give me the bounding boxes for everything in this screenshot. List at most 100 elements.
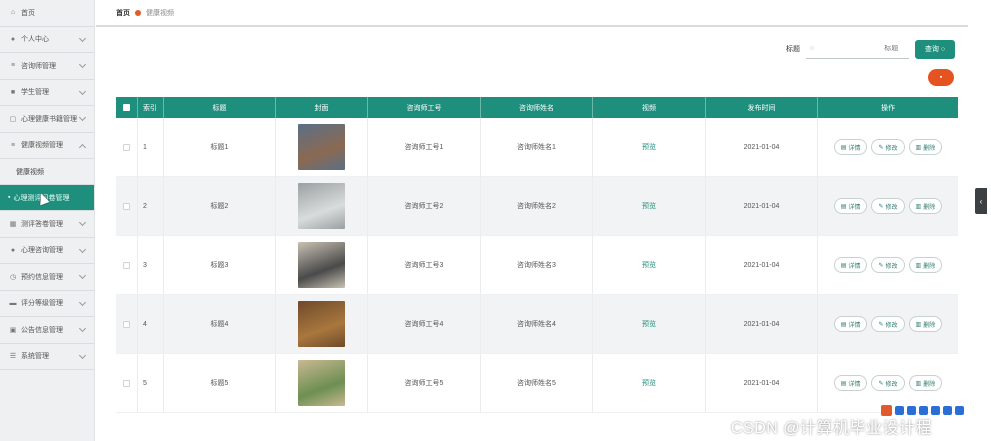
table-row: 2 标题2 咨询师工号2 咨询师姓名2 预览 2021-01-04 ▤ 详情 ✎ 修改 ▥ 删除 xyxy=(116,177,958,236)
detail-button[interactable]: ▤ 详情 xyxy=(833,316,868,332)
cell-actions: ▤ 详情 ✎ 修改 ▥ 删除 xyxy=(818,236,958,294)
sidebar-item-label: 预约信息管理 xyxy=(21,273,63,281)
select-all-cell[interactable] xyxy=(116,97,138,118)
edit-button[interactable]: ✎ 修改 xyxy=(871,316,905,332)
edit-icon: ✎ xyxy=(878,380,884,387)
detail-button[interactable]: ▤ 详情 xyxy=(833,139,868,155)
sidebar-item-user[interactable]: ● 个人中心 xyxy=(0,27,94,53)
chevron-down-icon xyxy=(78,87,87,95)
sidebar-item-rating[interactable]: ▬ 评分等级管理 xyxy=(0,291,94,317)
row-checkbox[interactable] xyxy=(123,261,130,269)
cover-image[interactable] xyxy=(298,242,345,288)
video-preview-link[interactable]: 预览 xyxy=(642,142,656,152)
row-checkbox[interactable] xyxy=(123,320,130,328)
edit-button[interactable]: ✎ 修改 xyxy=(871,198,905,214)
rating-icon: ▬ xyxy=(9,299,17,307)
trash-icon: ▥ xyxy=(915,262,922,269)
sidebar-item-home[interactable]: ⌂ 首页 xyxy=(0,0,94,27)
sidebar-item-label: 评分等级管理 xyxy=(21,300,63,308)
sidebar-item-calendar[interactable]: ◷ 预约信息管理 xyxy=(0,264,94,291)
cover-image[interactable] xyxy=(298,183,345,229)
detail-icon: ▤ xyxy=(840,380,847,387)
chevron-down-icon xyxy=(78,245,87,253)
cell-title: 标题4 xyxy=(164,295,276,353)
edit-button[interactable]: ✎ 修改 xyxy=(871,257,905,273)
watermark: CSDN @计算机毕业设计程 xyxy=(731,420,933,437)
edit-button[interactable]: ✎ 修改 xyxy=(871,139,905,155)
row-select-cell[interactable] xyxy=(116,177,138,235)
row-select-cell[interactable] xyxy=(116,236,138,294)
cell-publish-time: 2021-01-04 xyxy=(706,236,818,294)
sidebar-item-list[interactable]: ≡ 咨询师管理 xyxy=(0,53,94,80)
sidebar-item-student[interactable]: ■ 学生管理 xyxy=(0,80,94,106)
query-button[interactable]: 查询 ○ xyxy=(915,39,955,59)
row-checkbox[interactable] xyxy=(123,202,130,210)
cell-publish-time: 2021-01-04 xyxy=(706,177,818,235)
cell-title: 标题3 xyxy=(164,236,276,294)
sidebar-item-person[interactable]: ● 心理咨询管理 xyxy=(0,238,94,264)
cell-consultant-name: 咨询师姓名1 xyxy=(481,118,593,176)
cell-consultant-name: 咨询师姓名4 xyxy=(481,295,593,353)
chevron-down-icon xyxy=(78,351,87,359)
sidebar-item-label: 心理咨询管理 xyxy=(21,247,63,255)
edit-label: 修改 xyxy=(885,381,898,388)
video-preview-link[interactable]: 预览 xyxy=(642,378,656,388)
sidebar-item-settings[interactable]: ☰ 系统管理 xyxy=(0,344,94,370)
cell-cover xyxy=(276,354,368,412)
collapse-panel-button[interactable]: ‹ xyxy=(975,188,987,214)
sidebar-item-video[interactable]: ≡ 健康视频管理 xyxy=(0,133,94,159)
row-select-cell[interactable] xyxy=(116,295,138,353)
sidebar-item-notice[interactable]: ▣ 公告信息管理 xyxy=(0,317,94,344)
row-checkbox[interactable] xyxy=(123,379,130,387)
video-preview-link[interactable]: 预览 xyxy=(642,201,656,211)
delete-button[interactable]: ▥ 删除 xyxy=(908,375,943,391)
delete-button[interactable]: ▥ 删除 xyxy=(908,257,943,273)
chevron-up-icon xyxy=(78,143,87,151)
table-row: 1 标题1 咨询师工号1 咨询师姓名1 预览 2021-01-04 ▤ 详情 ✎ 修改 ▥ 删除 xyxy=(116,118,958,177)
detail-button[interactable]: ▤ 详情 xyxy=(833,375,868,391)
breadcrumb-home[interactable]: 首页 xyxy=(116,8,130,18)
cover-image[interactable] xyxy=(298,360,345,406)
edit-button[interactable]: ✎ 修改 xyxy=(871,375,905,391)
tool-icon[interactable] xyxy=(943,405,952,415)
trash-icon: ▥ xyxy=(915,380,922,387)
edit-icon: ✎ xyxy=(878,321,884,328)
delete-label: 删除 xyxy=(923,322,936,329)
batch-delete-button[interactable]: ▪ xyxy=(928,69,954,86)
row-select-cell[interactable] xyxy=(116,354,138,412)
edit-label: 修改 xyxy=(885,204,898,211)
detail-label: 详情 xyxy=(848,204,861,211)
cover-image[interactable] xyxy=(298,124,345,170)
detail-label: 详情 xyxy=(848,145,861,152)
delete-button[interactable]: ▥ 删除 xyxy=(908,198,943,214)
row-select-cell[interactable] xyxy=(116,118,138,176)
sidebar-item-label: 个人中心 xyxy=(21,36,49,44)
delete-button[interactable]: ▥ 删除 xyxy=(908,316,943,332)
detail-button[interactable]: ▤ 详情 xyxy=(833,257,868,273)
sidebar-item-grid[interactable]: ▦ 测评答卷管理 xyxy=(0,211,94,238)
sidebar-item-label: 心理健康书籍管理 xyxy=(21,115,77,123)
delete-button[interactable]: ▥ 删除 xyxy=(908,139,943,155)
cell-cover xyxy=(276,236,368,294)
sidebar-item-label: 首页 xyxy=(21,9,35,17)
video-preview-link[interactable]: 预览 xyxy=(642,319,656,329)
video-preview-link[interactable]: 预览 xyxy=(642,260,656,270)
row-checkbox[interactable] xyxy=(123,143,130,151)
cell-cover xyxy=(276,118,368,176)
cover-image[interactable] xyxy=(298,301,345,347)
tool-icon[interactable] xyxy=(931,405,940,415)
edit-icon: ✎ xyxy=(878,203,884,210)
breadcrumb-separator-icon xyxy=(135,9,141,16)
detail-button[interactable]: ▤ 详情 xyxy=(833,198,868,214)
sidebar-subitem[interactable]: 健康视频 xyxy=(0,159,94,185)
search-field[interactable]: ○ xyxy=(806,39,909,59)
sidebar-item-book[interactable]: ▢ 心理健康书籍管理 xyxy=(0,106,94,133)
header-title: 标题 xyxy=(164,97,276,118)
search-input[interactable] xyxy=(818,45,899,52)
search-bar: 标题 ○ 查询 ○ xyxy=(786,39,955,59)
select-all-checkbox[interactable] xyxy=(123,104,130,111)
search-label: 标题 xyxy=(786,46,800,53)
sidebar-item-label: 系统管理 xyxy=(21,353,49,361)
tool-icon[interactable] xyxy=(955,405,964,415)
detail-icon: ▤ xyxy=(840,144,847,151)
